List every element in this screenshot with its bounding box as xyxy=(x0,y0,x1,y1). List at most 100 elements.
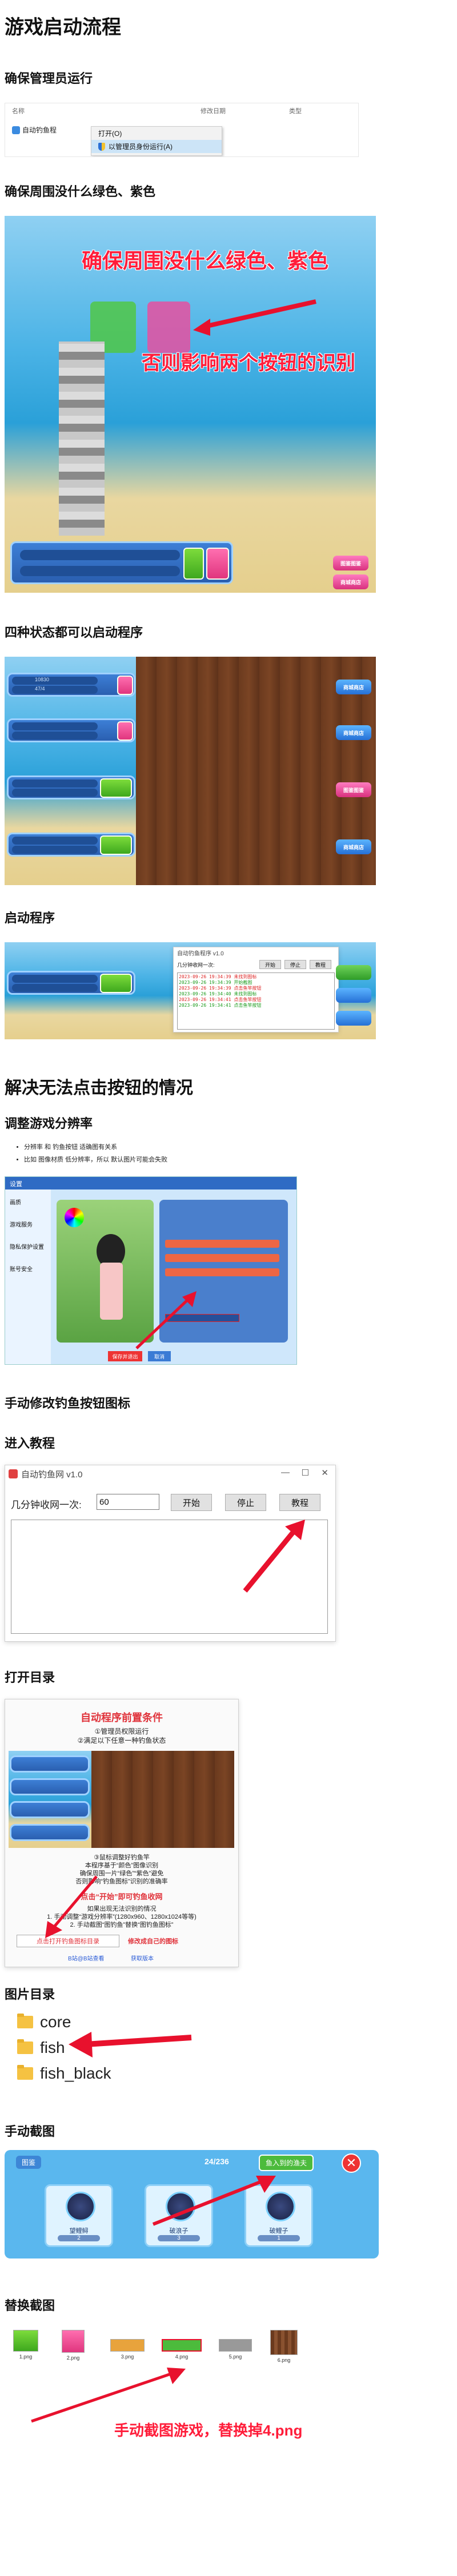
thumb-1[interactable]: 1.png xyxy=(13,2330,38,2360)
thumb-4[interactable]: 4.png xyxy=(162,2330,202,2360)
col-date[interactable]: 修改日期 xyxy=(201,106,226,115)
replace-caption: 手动截图游戏，替换掉4.png xyxy=(114,2422,303,2439)
start-button[interactable]: 开始 xyxy=(259,960,281,969)
folder-core[interactable]: core xyxy=(17,2013,71,2031)
state-panel-4 xyxy=(7,833,135,857)
folder-icon xyxy=(17,2039,33,2054)
col-name[interactable]: 名称 xyxy=(12,106,25,115)
red-arrow xyxy=(193,299,316,336)
close-icon[interactable]: ✕ xyxy=(321,1468,328,1478)
state-side-3[interactable]: 图鉴图鉴 xyxy=(336,782,371,797)
guide-lines: ①管理员权限运行 ②满足以下任意一种钓鱼状态 xyxy=(77,1727,166,1745)
red-arrow-fish xyxy=(69,2032,192,2057)
minimize-icon[interactable]: — xyxy=(281,1468,290,1477)
tutorial-button[interactable]: 教程 xyxy=(279,1494,320,1511)
section-heading-replace: 替换截图 xyxy=(5,2298,55,2313)
thumb-3[interactable]: 3.png xyxy=(110,2330,145,2360)
fish-card-1[interactable]: 望鲤鲟 2 xyxy=(45,2184,113,2247)
app-window: 自动钓鱼网 v1.0 — ☐ ✕ 几分钟收网一次: 60 开始 停止 教程 xyxy=(5,1465,336,1642)
settings-screenshot: 设置 画质 游戏服务 隐私保护设置 账号安全 保存并退出 取消 xyxy=(5,1176,297,1365)
subheading-tutorial: 进入教程 xyxy=(5,1436,55,1450)
interval-label: 几分钟收网一次: xyxy=(11,1500,82,1510)
folder-fish[interactable]: fish xyxy=(17,2039,65,2057)
app-icon xyxy=(9,1469,18,1478)
overlay-note-bottom: 否则影响两个按钮的识别 xyxy=(142,352,355,374)
fishing-icon-purple xyxy=(147,302,190,353)
file-name: 自动钓鱼程 xyxy=(22,126,57,134)
start-button[interactable]: 开始 xyxy=(171,1494,212,1511)
version-link[interactable]: 获取版本 xyxy=(131,1954,154,1962)
green-button[interactable] xyxy=(183,548,204,580)
subheading-resolution: 调整游戏分辨率 xyxy=(5,1116,93,1131)
fish-icon xyxy=(66,2192,95,2221)
start-scene: 自动钓鱼程序 v1.0 几分钟收网一次: 开始 停止 教程 2023-09-26… xyxy=(5,942,376,1039)
overlay-note-top: 确保周围没什么绿色、紫色 xyxy=(82,249,329,272)
shield-icon xyxy=(98,142,105,151)
cancel-button[interactable]: 取消 xyxy=(148,1351,171,1361)
stop-button[interactable]: 停止 xyxy=(225,1494,266,1511)
red-arrow-enter xyxy=(152,2176,276,2226)
game-scene-color: 确保周围没什么绿色、紫色 否则影响两个按钮的识别 图鉴图鉴 商城商店 xyxy=(5,216,376,593)
app-icon xyxy=(12,126,20,134)
close-icon[interactable]: ✕ xyxy=(342,2153,361,2173)
col-type[interactable]: 类型 xyxy=(289,106,302,115)
state-panel-1: 10830 47/4 xyxy=(7,673,135,697)
folder-icon xyxy=(17,2014,33,2028)
state-panel-3 xyxy=(7,775,135,799)
state-side-2[interactable]: 商城商店 xyxy=(336,725,371,740)
resolution-notes: 分辨率 和 钓鱼按钮 适确图有关系 比如 图像材质 低分辨率，所以 默认图片可能… xyxy=(16,1142,167,1167)
app-window-small: 自动钓鱼程序 v1.0 几分钟收网一次: 开始 停止 教程 2023-09-26… xyxy=(173,947,339,1032)
section-heading-shot: 手动截图 xyxy=(5,2124,55,2139)
file-row[interactable]: 自动钓鱼程 xyxy=(12,125,57,135)
state-side-1[interactable]: 商城商店 xyxy=(336,680,371,694)
stop-button[interactable]: 停止 xyxy=(284,960,306,969)
thumb-2[interactable]: 2.png xyxy=(62,2330,85,2361)
menu-run-as-admin[interactable]: 以管理员身份运行(A) xyxy=(91,140,222,153)
guide-title: 自动程序前置条件 xyxy=(81,1712,163,1723)
thumb-5[interactable]: 5.png xyxy=(219,2330,252,2360)
save-exit-button[interactable]: 保存并退出 xyxy=(108,1351,142,1361)
section-heading-color: 确保周围没什么绿色、紫色 xyxy=(5,184,156,199)
collection-tab[interactable]: 图鉴 xyxy=(16,2156,42,2169)
context-menu: 打开(O) 以管理员身份运行(A) xyxy=(91,126,222,156)
bilibili-link[interactable]: B站@B站查看 xyxy=(68,1954,105,1962)
guide-window: 自动程序前置条件 ①管理员权限运行 ②满足以下任意一种钓鱼状态 ③鼠标调整好钓鱼… xyxy=(5,1699,239,1967)
collection-screenshot: 图鉴 24/236 鱼入到的渔夫 ✕ 望鲤鲟 2 破浪子 3 破鲤子 1 xyxy=(5,2150,379,2258)
settings-title: 设置 xyxy=(5,1177,296,1189)
section-heading-icon: 手动修改钓鱼按钮图标 xyxy=(5,1396,131,1410)
interval-label: 几分钟收网一次: xyxy=(177,962,215,968)
maximize-icon[interactable]: ☐ xyxy=(302,1468,309,1478)
modify-icon-label: 修改成自己的图标 xyxy=(128,1938,178,1945)
status-panel xyxy=(10,541,233,584)
color-wheel-icon xyxy=(65,1208,84,1227)
tutorial-button[interactable]: 教程 xyxy=(310,960,331,969)
red-arrow-resolution xyxy=(135,1291,197,1349)
states-collage: 10830 47/4 商城商店 商城商店 图鉴图鉴 商城商店 xyxy=(5,657,376,885)
section-heading-fix: 解决无法点击按钮的情况 xyxy=(5,1079,193,1098)
menu-open[interactable]: 打开(O) xyxy=(91,127,222,140)
app-title: 自动钓鱼程序 v1.0 xyxy=(177,950,224,957)
state-panel-2 xyxy=(7,718,135,742)
folder-fish-black[interactable]: fish_black xyxy=(17,2064,111,2083)
enter-fisher-button[interactable]: 鱼入到的渔夫 xyxy=(259,2155,314,2171)
guide-collage xyxy=(9,1751,234,1848)
subheading-open-dir: 打开目录 xyxy=(5,1670,55,1685)
red-arrow-tutorial xyxy=(243,1520,305,1593)
side-button-2[interactable]: 商城商店 xyxy=(333,574,368,589)
section-heading-start: 启动程序 xyxy=(5,911,55,925)
settings-tabs: 画质 游戏服务 隐私保护设置 账号安全 xyxy=(5,1189,51,1364)
log-console: 2023-09-26 19:34:39 未找到图标 2023-09-26 19:… xyxy=(177,972,335,1030)
page-title: 游戏启动流程 xyxy=(5,17,121,38)
state-side-4[interactable]: 商城商店 xyxy=(336,839,371,854)
side-button-1[interactable]: 图鉴图鉴 xyxy=(333,556,368,570)
character-mosaic xyxy=(59,341,105,536)
interval-input[interactable]: 60 xyxy=(97,1494,159,1510)
pink-button[interactable] xyxy=(206,548,229,580)
red-arrow-open-dir xyxy=(45,1875,98,1938)
thumb-6[interactable]: 6.png xyxy=(270,2330,298,2363)
red-arrow-replace xyxy=(31,2368,186,2423)
collection-counter: 24/236 xyxy=(205,2157,229,2166)
section-heading-dir: 图片目录 xyxy=(5,1987,55,2002)
section-heading-admin: 确保管理员运行 xyxy=(5,71,93,86)
explorer-snippet: 名称 修改日期 类型 自动钓鱼程 打开(O) 以管理员身份运行(A) xyxy=(5,103,359,157)
